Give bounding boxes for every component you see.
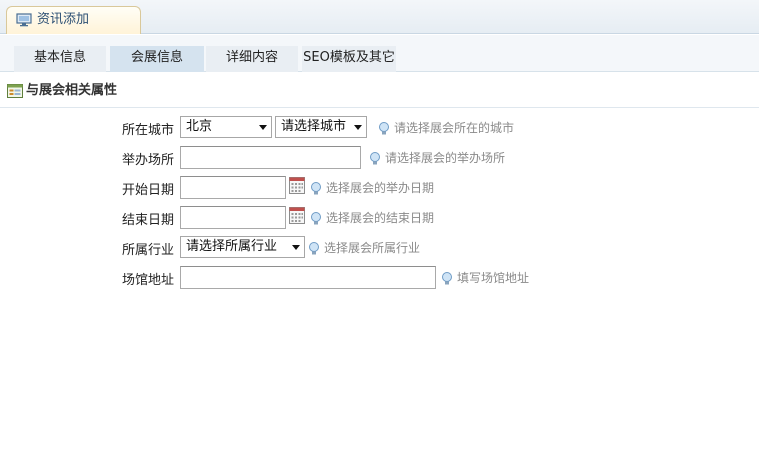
start-date-input[interactable] bbox=[180, 176, 286, 199]
monitor-icon bbox=[16, 13, 32, 27]
form-row-city: 所在城市 北京 请选择城市 请选择展会所在的城市 bbox=[0, 116, 759, 140]
calendar-icon[interactable] bbox=[289, 206, 305, 224]
end-date-label: 结束日期 bbox=[121, 213, 174, 228]
section-title: 与展会相关属性 bbox=[26, 83, 118, 98]
venue-hint: 请选择展会的举办场所 bbox=[385, 151, 506, 165]
lightbulb-icon bbox=[309, 242, 319, 255]
address-input[interactable] bbox=[180, 266, 436, 289]
venue-label: 举办场所 bbox=[121, 153, 174, 168]
venue-input[interactable] bbox=[180, 146, 361, 169]
industry-hint: 选择展会所属行业 bbox=[324, 241, 421, 255]
lightbulb-icon bbox=[311, 212, 321, 225]
section-header: 与展会相关属性 bbox=[0, 73, 759, 108]
city-hint: 请选择展会所在的城市 bbox=[394, 121, 515, 135]
address-label: 场馆地址 bbox=[121, 273, 174, 288]
lightbulb-icon bbox=[379, 122, 389, 135]
form-row-address: 场馆地址 填写场馆地址 bbox=[0, 266, 759, 290]
industry-label: 所属行业 bbox=[121, 243, 174, 258]
header-tab[interactable]: 资讯添加 bbox=[6, 6, 141, 34]
lightbulb-icon bbox=[311, 182, 321, 195]
form-row-venue: 举办场所 请选择展会的举办场所 bbox=[0, 146, 759, 170]
form-row-end-date: 结束日期 选择展会的结束日期 bbox=[0, 206, 759, 230]
tab-seo-template[interactable]: SEO模板及其它 bbox=[302, 46, 396, 72]
form-panel-icon bbox=[7, 84, 23, 98]
tab-exhibition-info[interactable]: 会展信息 bbox=[110, 46, 204, 72]
start-date-label: 开始日期 bbox=[121, 183, 174, 198]
header-tab-label: 资讯添加 bbox=[37, 12, 90, 27]
chevron-down-icon bbox=[354, 125, 362, 130]
province-select[interactable]: 北京 bbox=[180, 116, 272, 138]
calendar-icon[interactable] bbox=[289, 176, 305, 194]
header-bar: 资讯添加 bbox=[0, 0, 759, 34]
city-select-value: 请选择城市 bbox=[281, 119, 347, 134]
address-hint: 填写场馆地址 bbox=[457, 271, 530, 285]
province-select-value: 北京 bbox=[186, 119, 213, 134]
end-date-input[interactable] bbox=[180, 206, 286, 229]
start-date-hint: 选择展会的举办日期 bbox=[326, 181, 435, 195]
industry-select-value: 请选择所属行业 bbox=[186, 239, 278, 254]
form-row-industry: 所属行业 请选择所属行业 选择展会所属行业 bbox=[0, 236, 759, 260]
lightbulb-icon bbox=[442, 272, 452, 285]
end-date-hint: 选择展会的结束日期 bbox=[326, 211, 435, 225]
form-row-start-date: 开始日期 选择展会的举办日期 bbox=[0, 176, 759, 200]
chevron-down-icon bbox=[292, 245, 300, 250]
subtabs-bar: 基本信息 会展信息 详细内容 SEO模板及其它 bbox=[0, 35, 759, 72]
tab-detail-content[interactable]: 详细内容 bbox=[206, 46, 298, 72]
lightbulb-icon bbox=[370, 152, 380, 165]
chevron-down-icon bbox=[259, 125, 267, 130]
tab-basic-info[interactable]: 基本信息 bbox=[14, 46, 106, 72]
industry-select[interactable]: 请选择所属行业 bbox=[180, 236, 305, 258]
city-select[interactable]: 请选择城市 bbox=[275, 116, 367, 138]
city-label: 所在城市 bbox=[121, 123, 174, 138]
